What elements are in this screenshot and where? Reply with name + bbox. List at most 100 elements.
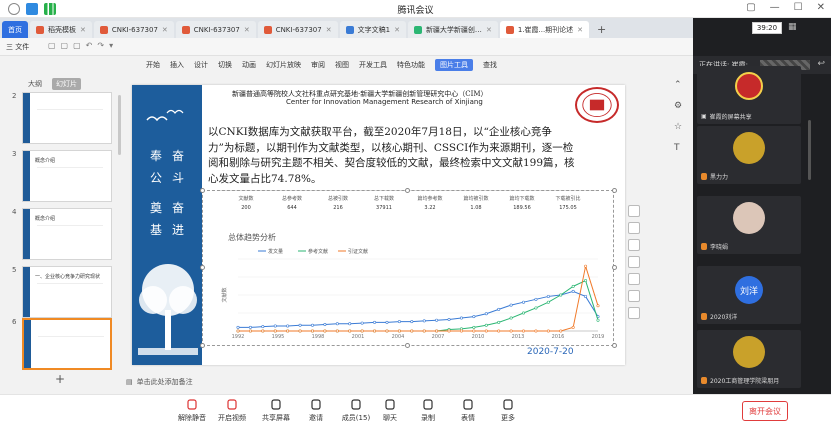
- image-selection-box[interactable]: [202, 190, 614, 346]
- thumbnail-number: 4: [12, 208, 17, 216]
- maximize-icon[interactable]: ☐: [794, 2, 803, 13]
- picture-icon[interactable]: [628, 273, 640, 285]
- slide-thumbnail[interactable]: 概念介绍: [22, 208, 112, 260]
- birds-illustration: [146, 109, 184, 122]
- thumbnail-banner: [23, 93, 30, 143]
- participant-tile[interactable]: 黑力力: [697, 126, 801, 184]
- ribbon-item-3[interactable]: 切换: [218, 60, 232, 70]
- close-icon[interactable]: ✕: [326, 26, 332, 34]
- ribbon-search[interactable]: 查找: [483, 60, 497, 70]
- thumbnail-content: [38, 336, 104, 360]
- slide-header-en: Center for Innovation Management Researc…: [286, 98, 483, 106]
- tab-label: CNKI-637307: [111, 25, 158, 34]
- participant-tile[interactable]: 李晓娟: [697, 196, 801, 254]
- video-thumbnail: [733, 132, 765, 164]
- ribbon-item-5[interactable]: 幻灯片放映: [266, 60, 301, 70]
- add-slide-button[interactable]: +: [55, 372, 65, 386]
- tab-outline[interactable]: 大纲: [24, 78, 46, 90]
- slide-thumbnail[interactable]: [22, 92, 112, 144]
- toolbar-button-8[interactable]: 更多: [488, 399, 528, 423]
- slide-thumbnail[interactable]: [22, 318, 112, 370]
- participant-name: 李晓娟: [701, 242, 728, 251]
- fill-icon[interactable]: [628, 290, 640, 302]
- ribbon-item-1[interactable]: 插入: [170, 60, 184, 70]
- participant-tile[interactable]: ▣ 崔霞的屏幕共享: [697, 66, 801, 124]
- collapse-icon[interactable]: ↩: [817, 59, 825, 69]
- participant-scrollbar[interactable]: [808, 120, 811, 180]
- resize-handle-l[interactable]: [200, 265, 205, 270]
- resize-handle-tl[interactable]: [200, 188, 205, 193]
- slide-date: 2020-7-20: [527, 347, 574, 357]
- toolbar-button-7[interactable]: 表情: [448, 399, 488, 423]
- tab-4[interactable]: CNKI-637307 ✕: [257, 21, 338, 38]
- close-icon[interactable]: ✕: [244, 26, 250, 34]
- edit-icon[interactable]: [628, 307, 640, 319]
- calligraphy-column: 奉公: [150, 149, 163, 185]
- resize-handle-t[interactable]: [405, 188, 410, 193]
- star-icon[interactable]: ☆: [674, 122, 682, 132]
- participant-name: 2020工商管理学院梁朋月: [701, 376, 779, 385]
- toolbar-button-0[interactable]: 解除静音: [172, 399, 212, 423]
- ribbon-item-7[interactable]: 视图: [335, 60, 349, 70]
- tab-0[interactable]: 首页: [2, 21, 28, 38]
- tab-slides[interactable]: 幻灯片: [52, 78, 81, 90]
- layout-icon[interactable]: ▢: [746, 2, 755, 13]
- close-icon[interactable]: ✕: [80, 26, 86, 34]
- close-icon[interactable]: ✕: [486, 26, 492, 34]
- thumbnail-title: 概念介绍: [35, 216, 56, 222]
- layer-icon[interactable]: [628, 205, 640, 217]
- ribbon-active-tool[interactable]: 图片工具: [435, 59, 473, 71]
- tab-5[interactable]: 文字文稿1 ✕: [339, 21, 406, 38]
- zoom-in-icon[interactable]: [628, 222, 640, 234]
- ribbon-item-0[interactable]: 开始: [146, 60, 160, 70]
- resize-handle-tr[interactable]: [612, 188, 617, 193]
- participant-tile[interactable]: 2020工商管理学院梁朋月: [697, 330, 801, 388]
- toolbar-button-5[interactable]: 聊天: [370, 399, 410, 423]
- notes-bar[interactable]: ▤ 单击此处添加备注: [122, 375, 693, 389]
- leave-meeting-button[interactable]: 离开会议: [742, 401, 788, 421]
- close-icon[interactable]: ✕: [817, 2, 825, 13]
- panel-top-icons: ▦: [788, 22, 797, 32]
- participant-tile[interactable]: 刘洋 2020刘洋: [697, 266, 801, 324]
- ribbon-item-4[interactable]: 动画: [242, 60, 256, 70]
- ribbon-item-2[interactable]: 设计: [194, 60, 208, 70]
- resize-handle-b[interactable]: [405, 343, 410, 348]
- crop-icon[interactable]: [628, 239, 640, 251]
- ribbon-item-9[interactable]: 特色功能: [397, 60, 425, 70]
- settings-icon[interactable]: ⚙: [674, 101, 682, 111]
- grid-view-icon[interactable]: ▦: [788, 22, 797, 32]
- document-icon: [263, 25, 272, 34]
- border-icon[interactable]: [628, 256, 640, 268]
- resize-handle-bl[interactable]: [200, 343, 205, 348]
- tab-6[interactable]: 新疆大学新疆创… ✕: [407, 21, 498, 38]
- text-icon[interactable]: T: [674, 143, 682, 153]
- up-icon[interactable]: ⌃: [674, 80, 682, 90]
- thumbnail-scrollbar[interactable]: [118, 95, 121, 155]
- ribbon-item-8[interactable]: 开发工具: [359, 60, 387, 70]
- tab-label: CNKI-637307: [275, 25, 322, 34]
- resize-handle-br[interactable]: [612, 343, 617, 348]
- minimize-icon[interactable]: —: [770, 2, 780, 13]
- tab-7[interactable]: 1.崔霞...期刊论述 ✕: [499, 21, 590, 38]
- toolbar-button-6[interactable]: 录制: [408, 399, 448, 423]
- toolbar-button-2[interactable]: 共享屏幕: [256, 399, 296, 423]
- tab-1[interactable]: 稻壳模板 ✕: [30, 21, 92, 38]
- invite-icon: [311, 399, 321, 410]
- quick-access-bar: 三 文件 ▢▢▢↶↷▾: [0, 38, 693, 56]
- toolbar-label: 表情: [461, 414, 475, 422]
- close-icon[interactable]: ✕: [577, 26, 583, 34]
- resize-handle-r[interactable]: [612, 265, 617, 270]
- tab-3[interactable]: CNKI-637307 ✕: [175, 21, 256, 38]
- toolbar-button-3[interactable]: 邀请: [296, 399, 336, 423]
- toolbar-button-1[interactable]: 开启视频: [212, 399, 252, 423]
- close-icon[interactable]: ✕: [162, 26, 168, 34]
- tab-2[interactable]: CNKI-637307 ✕: [93, 21, 174, 38]
- new-tab-button[interactable]: +: [597, 21, 606, 38]
- slide-body-text[interactable]: 以CNKI数据库为文献获取平台，截至2020年7月18日，以“企业核心竞争力”为…: [208, 125, 578, 187]
- quick-icons[interactable]: ▢▢▢↶↷▾: [48, 41, 118, 50]
- close-icon[interactable]: ✕: [394, 26, 400, 34]
- slide-thumbnail[interactable]: 概念介绍: [22, 150, 112, 202]
- file-menu[interactable]: 三 文件: [6, 42, 29, 52]
- ribbon-item-6[interactable]: 审阅: [311, 60, 325, 70]
- slide-thumbnail[interactable]: 一、企业核心竞争力研究现状: [22, 266, 112, 318]
